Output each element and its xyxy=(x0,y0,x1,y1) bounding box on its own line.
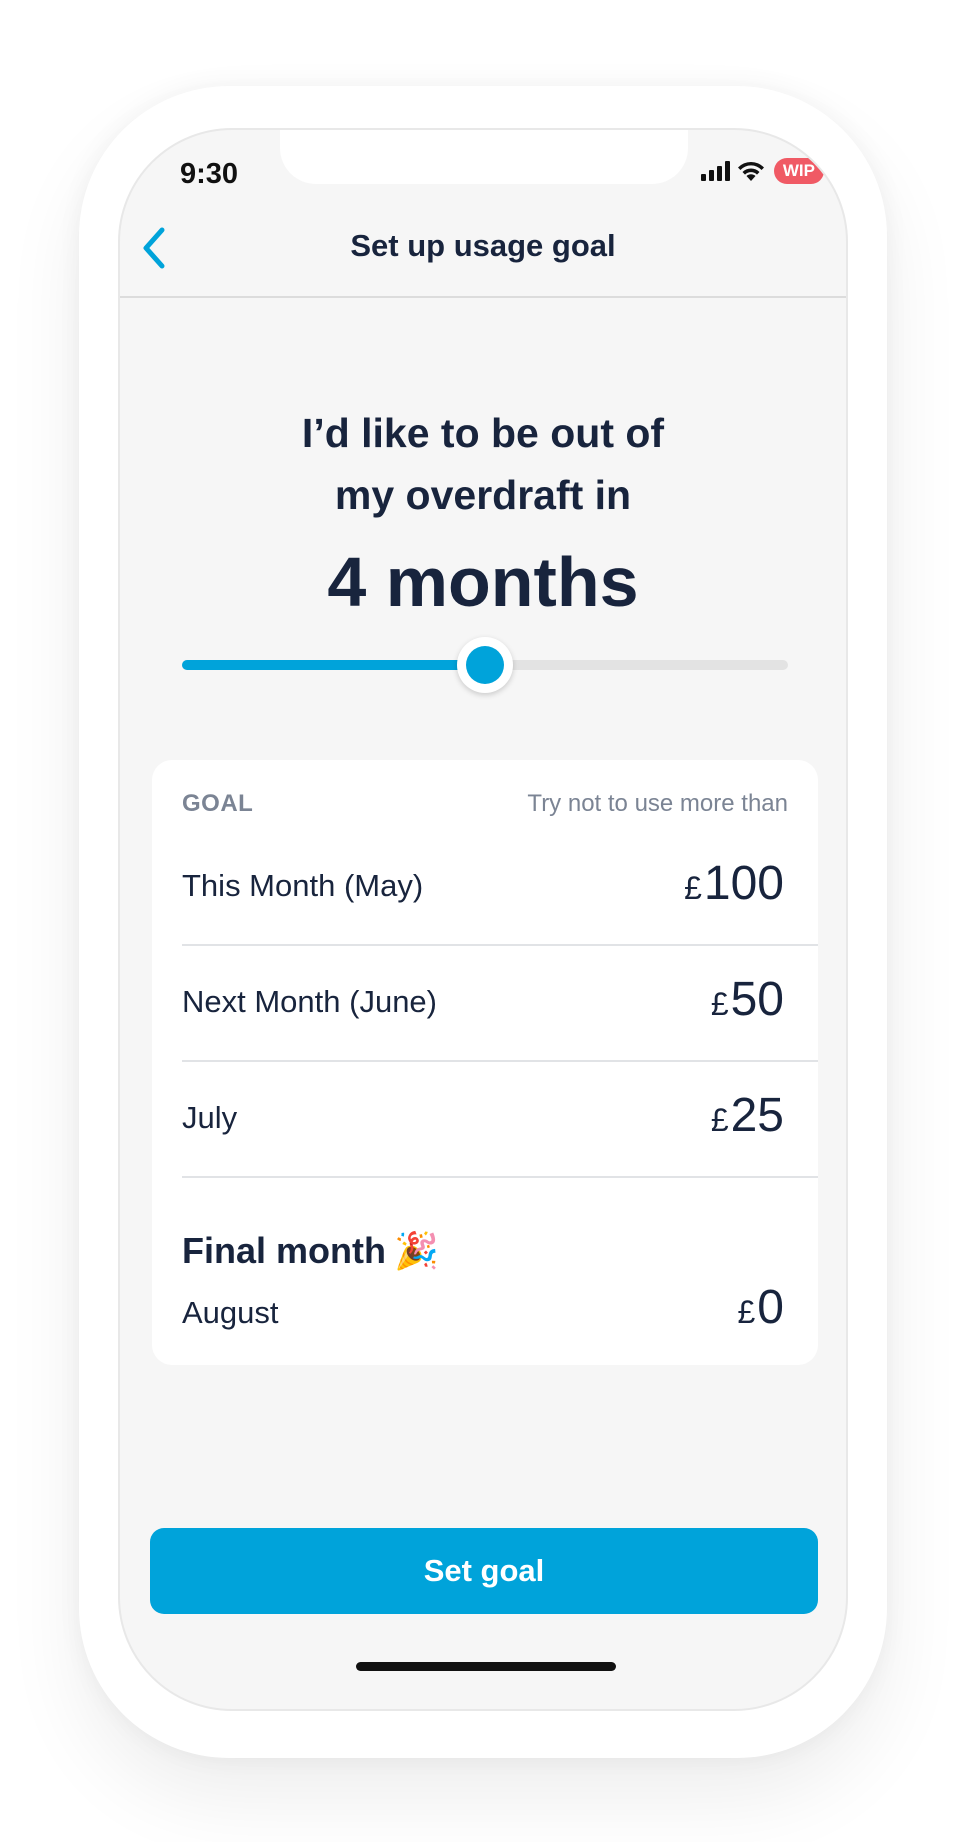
final-month-amount: £0 xyxy=(738,1280,785,1335)
amount-value: 25 xyxy=(730,1089,784,1142)
goal-card: GOAL Try not to use more than This Month… xyxy=(152,760,818,1365)
home-indicator xyxy=(356,1662,616,1671)
device-notch xyxy=(280,130,688,184)
amount-value: 0 xyxy=(757,1281,784,1334)
wip-badge: WIP xyxy=(773,158,824,184)
final-month-label: August xyxy=(182,1295,279,1330)
goal-row: Next Month (June) £50 xyxy=(182,946,818,1062)
goal-row-month: Next Month (June) xyxy=(182,984,437,1019)
duration-value: 4 months xyxy=(327,543,639,621)
page-title: Set up usage goal xyxy=(350,228,616,263)
currency-symbol: £ xyxy=(710,1102,729,1138)
status-icons: WIP xyxy=(700,158,824,184)
currency-symbol: £ xyxy=(710,986,729,1022)
goal-row-amount: £50 xyxy=(711,972,784,1027)
amount-value: 100 xyxy=(703,857,784,910)
goal-row-month: This Month (May) xyxy=(182,868,424,903)
set-goal-button[interactable]: Set goal xyxy=(150,1528,818,1614)
wifi-icon xyxy=(737,161,764,181)
months-slider[interactable] xyxy=(182,637,788,693)
amount-value: 50 xyxy=(730,973,784,1026)
goal-row-month: July xyxy=(182,1100,238,1135)
navigation-bar: Set up usage goal xyxy=(120,202,846,298)
goal-row: July £25 xyxy=(182,1062,818,1178)
headline-line-1: I’d like to be out of xyxy=(301,410,665,456)
goal-row-amount: £100 xyxy=(684,856,784,911)
headline-line-2: my overdraft in xyxy=(334,472,632,518)
slider-fill xyxy=(182,660,485,670)
currency-symbol: £ xyxy=(684,870,702,906)
status-time: 9:30 xyxy=(180,158,239,190)
signal-icon xyxy=(700,161,730,181)
slider-thumb[interactable] xyxy=(457,637,513,693)
app-screen: 9:30 WIP Set up usage goal I’d like to b… xyxy=(118,128,848,1711)
final-month-heading: Final month xyxy=(182,1230,386,1271)
party-popper-icon: 🎉 xyxy=(393,1230,439,1271)
goal-row: This Month (May) £100 xyxy=(182,830,818,946)
goal-header-label: GOAL xyxy=(182,790,254,817)
goal-headline: I’d like to be out of my overdraft in xyxy=(120,402,846,526)
final-month-title: Final month 🎉 xyxy=(182,1230,439,1272)
goal-header-hint: Try not to use more than xyxy=(527,790,788,817)
currency-symbol: £ xyxy=(737,1294,756,1330)
goal-card-header: GOAL Try not to use more than xyxy=(182,790,788,818)
goal-row-amount: £25 xyxy=(711,1088,784,1143)
